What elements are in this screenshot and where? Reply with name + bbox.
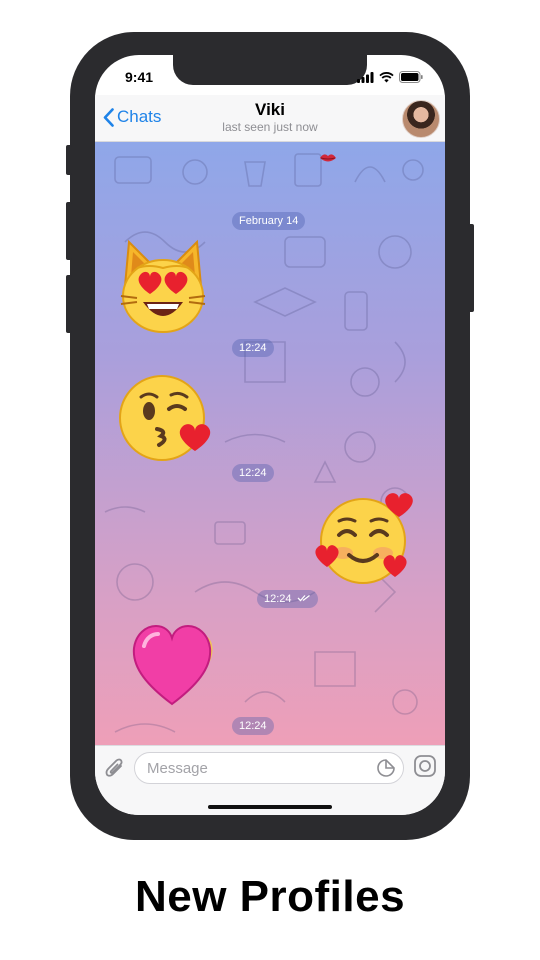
volume-up-button: [66, 202, 72, 260]
wifi-icon: [379, 71, 394, 82]
signal-icon: [357, 71, 374, 83]
message-time-read: 12:24: [257, 590, 318, 608]
home-indicator: [208, 805, 332, 809]
camera-icon[interactable]: [413, 754, 437, 778]
phone-screen: 9:41 Chats Viki last seen just now Febru…: [95, 55, 445, 815]
paperclip-icon[interactable]: [104, 756, 126, 780]
smiling-face-with-hearts-sticker[interactable]: [313, 487, 417, 587]
avatar[interactable]: [402, 100, 440, 138]
heart-eyes-cat-sticker[interactable]: [117, 238, 209, 336]
lipstick-kiss-icon: [320, 154, 336, 162]
power-button: [468, 224, 474, 312]
chat-title[interactable]: Viki: [95, 100, 445, 120]
status-time: 9:41: [125, 69, 154, 85]
message-time: 12:24: [232, 339, 274, 357]
notch: [173, 55, 367, 85]
status-icons: [357, 71, 423, 83]
sticker-icon[interactable]: [376, 758, 396, 778]
message-time: 12:24: [232, 717, 274, 735]
kissing-face-sticker[interactable]: [117, 373, 217, 463]
last-seen-status: last seen just now: [222, 120, 318, 134]
message-placeholder: Message: [147, 760, 208, 777]
date-divider: February 14: [232, 212, 306, 230]
battery-icon: [399, 71, 423, 83]
message-time: 12:24: [232, 464, 274, 482]
message-input[interactable]: Message: [134, 752, 404, 784]
chat-header: Chats Viki last seen just now: [95, 95, 445, 142]
chat-area[interactable]: February 14 12:24 12:24 12:24 12:24: [95, 142, 445, 745]
promo-caption: New Profiles: [134, 872, 406, 921]
silent-switch: [66, 145, 72, 175]
double-check-icon: [297, 594, 310, 602]
message-time: 12:24: [264, 593, 292, 605]
volume-down-button: [66, 275, 72, 333]
pink-heart-sticker[interactable]: [130, 622, 220, 708]
